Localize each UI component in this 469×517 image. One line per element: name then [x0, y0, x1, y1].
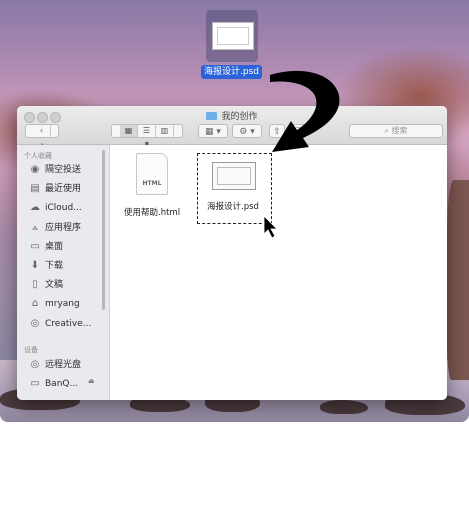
- desktop-wallpaper: 海报设计.psd 我的创作 ‹› ▦☰▥▮ ▦ ▾ ⚙ ▾ ⇧ ◯ ⌕ 搜索 个…: [0, 0, 469, 422]
- drag-arrow: [270, 70, 340, 152]
- drag-overlay: [263, 70, 340, 239]
- mouse-cursor-icon: [263, 215, 278, 239]
